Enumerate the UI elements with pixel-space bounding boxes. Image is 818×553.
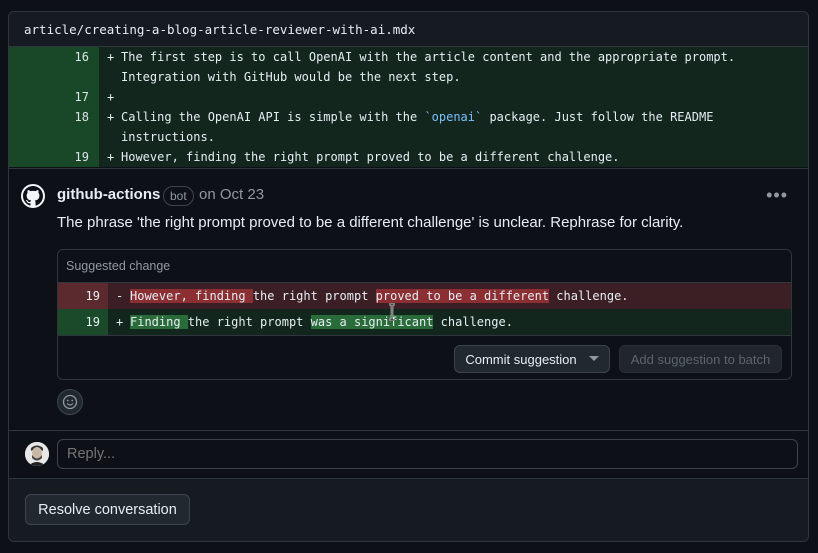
diff-line: 16 + The first step is to call OpenAI wi…	[9, 47, 808, 87]
add-suggestion-to-batch-button[interactable]: Add suggestion to batch	[619, 345, 782, 373]
diff-code: Calling the OpenAI API is simple with th…	[121, 107, 808, 147]
current-user-avatar[interactable]	[25, 442, 49, 466]
resolve-conversation-button[interactable]: Resolve conversation	[25, 494, 190, 525]
diff-code: The first step is to call OpenAI with th…	[121, 50, 736, 84]
diff-sign: +	[107, 150, 115, 164]
line-number[interactable]: 18	[9, 107, 99, 147]
suggested-change-header: Suggested change	[58, 250, 791, 283]
line-number: 19	[58, 283, 108, 309]
suggestion-deleted-line: 19 - However, finding the right prompt p…	[58, 283, 791, 309]
github-mark-icon	[23, 186, 43, 206]
suggestion-added-line: 19 + Finding the right prompt was a sign…	[58, 309, 791, 335]
code-text: the right prompt	[187, 315, 311, 329]
add-reaction-button[interactable]	[57, 389, 83, 415]
suggested-change: Suggested change 19 - However, finding t…	[57, 249, 792, 380]
line-number: 19	[58, 309, 108, 335]
suggestion-actions: Commit suggestion Add suggestion to batc…	[58, 335, 791, 379]
deleted-highlight: proved to be a different	[375, 289, 550, 303]
diff-sign: +	[107, 50, 115, 64]
review-comment: github-actions bot on Oct 23 ••• The phr…	[9, 168, 808, 431]
added-code: Finding the right prompt was a significa…	[130, 309, 791, 335]
reply-input[interactable]	[57, 439, 798, 469]
added-highlight: was a significant	[310, 315, 434, 329]
deleted-code: However, finding the right prompt proved…	[130, 283, 791, 309]
smiley-icon	[62, 394, 78, 410]
added-highlight: Finding	[130, 315, 188, 329]
diff-line: 18 + Calling the OpenAI API is simple wi…	[9, 107, 808, 147]
diff-sign: -	[116, 289, 124, 303]
comment-body: The phrase 'the right prompt proved to b…	[57, 214, 684, 231]
bot-badge: bot	[163, 186, 194, 206]
line-number[interactable]: 19	[9, 147, 99, 167]
diff-code: However, finding the right prompt proved…	[121, 150, 620, 164]
caret-down-icon[interactable]	[588, 356, 599, 362]
diff-code	[121, 87, 808, 107]
resolve-row: Resolve conversation	[9, 478, 808, 541]
code-text: Calling the OpenAI API is simple with th…	[121, 110, 425, 124]
file-path[interactable]: article/creating-a-blog-article-reviewer…	[24, 22, 415, 37]
comment-date[interactable]: on Oct 23	[199, 186, 264, 203]
user-portrait-icon	[25, 442, 49, 466]
code-text: the right prompt	[252, 289, 376, 303]
diff-sign: +	[107, 90, 115, 104]
line-number[interactable]: 17	[9, 87, 99, 107]
commit-suggestion-button[interactable]: Commit suggestion	[454, 345, 610, 373]
code-text: challenge.	[549, 289, 629, 303]
reply-row	[9, 430, 808, 479]
diff-line: 19 + However, finding the right prompt p…	[9, 147, 808, 167]
diff-context: 16 + The first step is to call OpenAI wi…	[9, 47, 808, 167]
author-avatar[interactable]	[21, 184, 45, 208]
code-text: challenge.	[433, 315, 513, 329]
comment-author[interactable]: github-actions	[57, 186, 160, 203]
diff-sign: +	[116, 315, 124, 329]
diff-line: 17 +	[9, 87, 808, 107]
kebab-menu-icon[interactable]: •••	[766, 185, 788, 206]
inline-code: `openai`	[424, 110, 483, 124]
diff-sign: +	[107, 110, 115, 124]
commit-suggestion-label: Commit suggestion	[465, 351, 577, 367]
review-thread: article/creating-a-blog-article-reviewer…	[8, 11, 809, 542]
file-path-header[interactable]: article/creating-a-blog-article-reviewer…	[9, 12, 808, 47]
deleted-highlight: However, finding	[130, 289, 253, 303]
text-cursor-icon	[389, 303, 395, 321]
line-number[interactable]: 16	[9, 47, 99, 87]
